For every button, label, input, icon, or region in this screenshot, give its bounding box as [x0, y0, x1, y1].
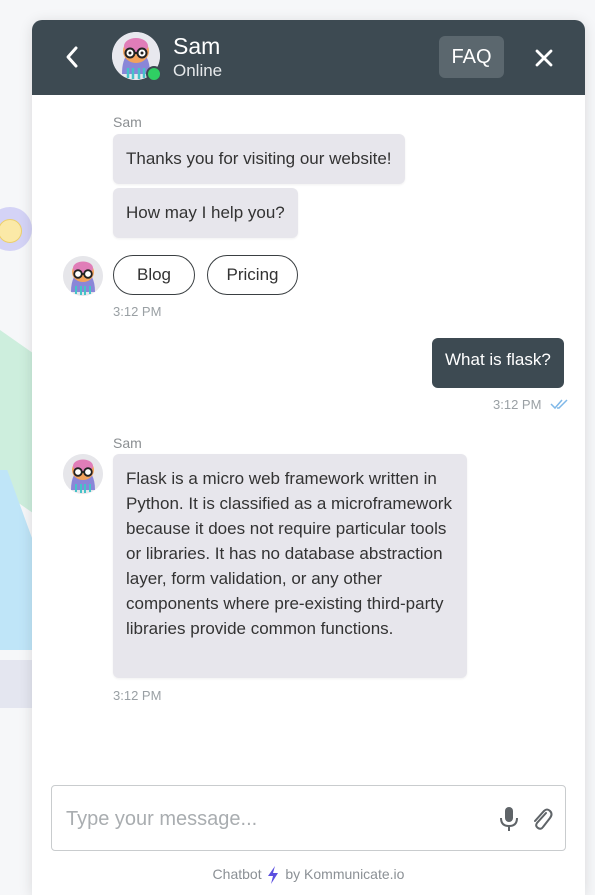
- online-status-dot: [146, 66, 162, 82]
- chevron-left-icon: [66, 46, 78, 68]
- close-icon: [535, 49, 553, 67]
- outgoing-message: What is flask?: [432, 338, 564, 388]
- agent-status: Online: [173, 61, 223, 80]
- powered-by-footer: Chatbot by Kommunicate.io: [32, 866, 585, 885]
- message-timestamp: 3:12 PM: [113, 688, 162, 703]
- quick-reply-pricing[interactable]: Pricing: [207, 255, 298, 295]
- chat-header: Sam Online FAQ: [32, 20, 585, 95]
- agent-avatar: [63, 256, 103, 296]
- chat-widget: Sam Online FAQ Sam Thanks you for visiti…: [32, 20, 585, 895]
- faq-button[interactable]: FAQ: [439, 36, 504, 78]
- incoming-message: Thanks you for visiting our website!: [113, 134, 405, 184]
- microphone-icon[interactable]: [497, 805, 521, 833]
- paperclip-icon[interactable]: [530, 806, 554, 834]
- sender-name: Sam: [113, 114, 142, 130]
- background-shape: [0, 660, 32, 708]
- incoming-message: Flask is a micro web framework written i…: [113, 454, 467, 678]
- footer-link[interactable]: by Kommunicate.io: [285, 866, 404, 882]
- back-button[interactable]: [60, 42, 84, 72]
- double-check-icon: [550, 399, 568, 410]
- message-timestamp: 3:12 PM: [113, 304, 162, 319]
- message-composer: [51, 785, 566, 851]
- agent-name: Sam: [173, 33, 221, 59]
- incoming-message: How may I help you?: [113, 188, 298, 238]
- message-input[interactable]: [64, 801, 488, 837]
- message-timestamp: 3:12 PM: [493, 397, 542, 412]
- agent-avatar: [63, 454, 103, 494]
- sender-name: Sam: [113, 435, 142, 451]
- lightning-icon: [268, 866, 279, 885]
- quick-reply-blog[interactable]: Blog: [113, 255, 195, 295]
- footer-prefix: Chatbot: [212, 866, 262, 882]
- close-button[interactable]: [530, 44, 558, 72]
